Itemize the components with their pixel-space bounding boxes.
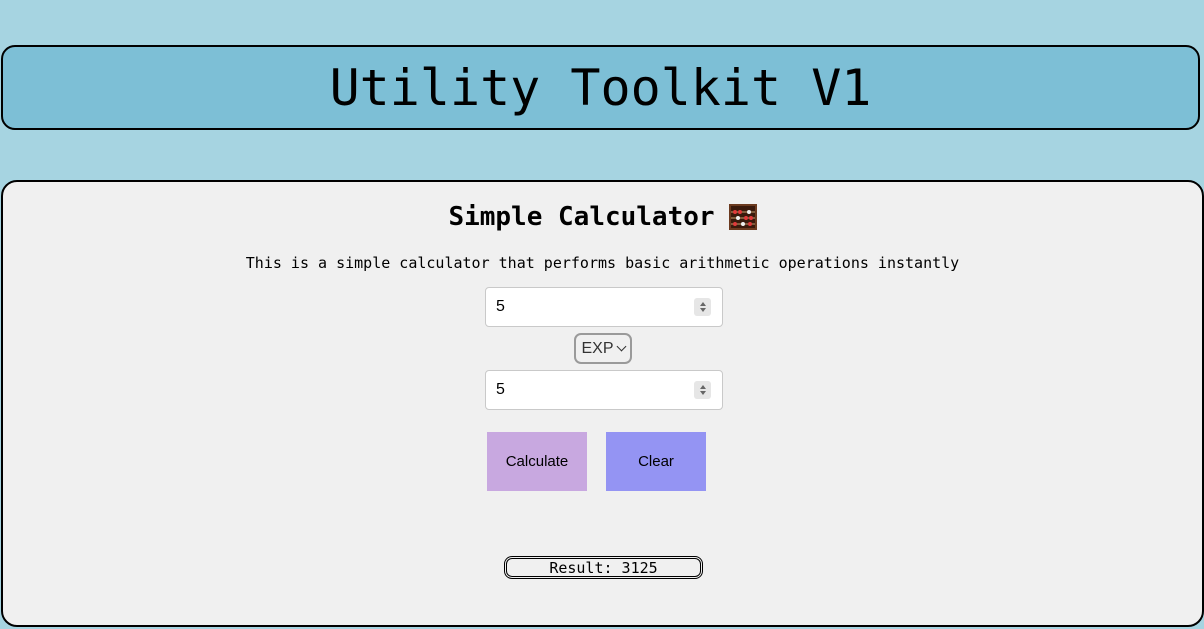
first-number-input[interactable]: 5 (485, 287, 723, 327)
chevron-up-icon (699, 302, 706, 306)
calculator-panel: Simple Calculator This is a simple calcu… (1, 180, 1204, 627)
first-number-stepper[interactable] (694, 298, 711, 316)
abacus-icon (728, 204, 757, 230)
chevron-down-icon (616, 341, 626, 352)
calculator-title: Simple Calculator (448, 202, 715, 232)
operator-selected-value: EXP (581, 339, 614, 357)
app-header: Utility Toolkit V1 (1, 45, 1200, 130)
first-number-value: 5 (496, 298, 505, 315)
calculator-heading: Simple Calculator (3, 202, 1202, 232)
chevron-down-icon (699, 308, 706, 312)
calculate-button[interactable]: Calculate (487, 432, 587, 491)
second-number-input[interactable]: 5 (485, 370, 723, 410)
calculator-description: This is a simple calculator that perform… (245, 254, 960, 272)
result-display: Result: 3125 (504, 556, 703, 579)
second-number-value: 5 (496, 381, 505, 398)
operator-select[interactable]: EXP (574, 333, 632, 364)
clear-button[interactable]: Clear (606, 432, 706, 491)
app-title: Utility Toolkit V1 (329, 58, 872, 117)
chevron-up-icon (699, 385, 706, 389)
chevron-down-icon (699, 391, 706, 395)
second-number-stepper[interactable] (694, 381, 711, 399)
